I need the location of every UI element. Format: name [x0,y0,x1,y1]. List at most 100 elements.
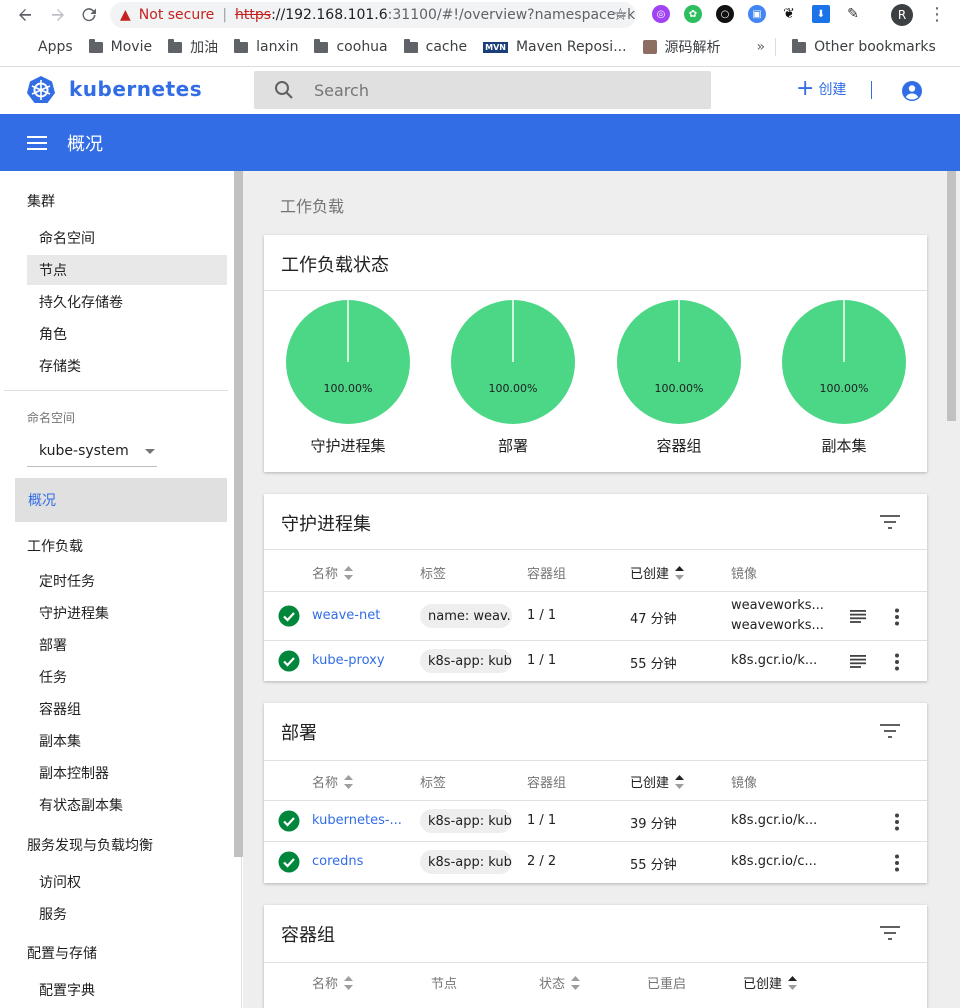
sidebar-item-configmaps[interactable]: 配置字典 [27,975,227,1005]
filter-icon[interactable] [880,926,900,940]
sidebar-item-deployments[interactable]: 部署 [27,630,227,660]
logs-icon[interactable] [850,610,866,623]
bookmark-folder[interactable]: 加油 [168,37,218,57]
column-header-created[interactable]: 已创建 [630,563,685,582]
pie-chart-replicasets [782,300,906,424]
search-input[interactable] [314,80,694,100]
column-header-pods: 容器组 [527,567,567,582]
kubernetes-logo-icon[interactable] [26,75,56,105]
column-header-created[interactable]: 已创建 [743,973,798,992]
deployments-card: 部署 名称 标签 容器组 已创建 镜像 kubernetes-... k8s-a… [264,703,927,883]
account-icon[interactable] [901,80,923,102]
column-header-name[interactable]: 名称 [312,772,354,791]
sort-icon [344,774,354,789]
bookmark-star-icon[interactable]: ☆ [613,5,628,25]
sidebar-item-roles[interactable]: 角色 [27,319,227,349]
column-header-created[interactable]: 已创建 [630,772,685,791]
sidebar-item-namespaces[interactable]: 命名空间 [27,223,227,253]
filter-icon[interactable] [880,515,900,529]
created-age: 47 分钟 [630,612,677,627]
other-bookmarks[interactable]: Other bookmarks [792,38,936,55]
sidebar-item-daemonsets[interactable]: 守护进程集 [27,598,227,628]
label-chip: k8s-app: kub... [420,850,512,874]
folder-icon [168,38,183,53]
deployment-name-link[interactable]: coredns [312,854,363,869]
extension-icon[interactable]: ▣ [748,5,766,23]
column-header-labels: 标签 [420,776,447,791]
forward-icon[interactable] [43,0,73,30]
profile-avatar[interactable]: R [891,4,913,26]
browser-menu-icon[interactable]: ⋮ [928,4,946,25]
pie-chart-daemonsets [286,300,410,424]
sidebar-item-nodes[interactable]: 节点 [27,255,227,285]
search-bar[interactable] [254,71,711,109]
brand-name[interactable]: kubernetes [69,77,202,101]
more-vert-icon[interactable] [894,854,900,872]
daemonset-name-link[interactable]: kube-proxy [312,653,385,668]
sidebar-section-workloads[interactable]: 工作负载 [27,536,83,556]
warning-icon: ▲ [120,7,131,23]
sidebar-item-jobs[interactable]: 任务 [27,662,227,692]
bookmark-folder[interactable]: cache [403,38,467,55]
pods-count: 1 / 1 [527,653,557,668]
sidebar-item-pods[interactable]: 容器组 [27,694,227,724]
reload-icon[interactable] [74,0,104,30]
more-vert-icon[interactable] [894,608,900,626]
sort-icon [344,975,354,990]
sidebar-item-storage-classes[interactable]: 存储类 [27,351,227,381]
sidebar-item-ingresses[interactable]: 访问权 [27,867,227,897]
created-age: 39 分钟 [630,817,677,832]
sidebar-item-replicasets[interactable]: 副本集 [27,726,227,756]
sidebar-item-statefulsets[interactable]: 有状态副本集 [27,790,227,820]
sidebar-section-config[interactable]: 配置与存储 [27,943,97,963]
column-header-images: 镜像 [731,567,758,582]
sidebar-item-overview[interactable]: 概况 [15,478,227,522]
create-button[interactable]: + 创建 [796,76,846,101]
folder-icon [403,38,418,53]
extension-icon[interactable]: ○ [716,5,734,23]
sidebar-item-persistent-volumes[interactable]: 持久化存储卷 [27,287,227,317]
bookmark-source[interactable]: 源码解析 [642,37,721,57]
logs-icon[interactable] [850,655,866,668]
daemonset-name-link[interactable]: weave-net [312,608,380,623]
bookmark-maven[interactable]: MVN Maven Reposi... [483,39,627,55]
more-vert-icon[interactable] [894,653,900,671]
evernote-icon[interactable]: ✿ [684,5,702,23]
column-header-name[interactable]: 名称 [312,973,354,992]
more-vert-icon[interactable] [894,813,900,831]
pods-count: 2 / 2 [527,854,557,869]
extension-icon[interactable]: ◎ [652,5,670,23]
browser-toolbar: ▲ Not secure | https ://192.168.101.6 :3… [0,0,960,30]
column-header-status[interactable]: 状态 [539,973,581,992]
bookmark-apps[interactable]: Apps [16,39,73,55]
pie-percent: 100.00% [323,382,373,395]
extension-icon[interactable]: ⬇ [812,5,830,23]
sidebar-section-cluster[interactable]: 集群 [27,191,55,211]
pie-label: 容器组 [656,437,702,455]
column-header-name[interactable]: 名称 [312,563,354,582]
extension-icon[interactable]: ✎ [844,5,862,23]
menu-icon[interactable] [27,135,47,150]
address-bar[interactable]: ▲ Not secure | https ://192.168.101.6 :3… [110,2,636,28]
deployment-name-link[interactable]: kubernetes-... [312,813,404,828]
url-scheme: https [235,7,272,23]
plus-icon: + [796,76,815,101]
sidebar-item-cronjobs[interactable]: 定时任务 [27,566,227,596]
extension-icon[interactable]: ❦ [780,5,798,23]
column-header-pods: 容器组 [527,776,567,791]
filter-icon[interactable] [880,724,900,738]
main-scrollbar[interactable] [947,171,956,421]
pie-label: 部署 [497,437,528,455]
sidebar-section-discovery[interactable]: 服务发现与负载均衡 [27,835,153,855]
namespace-label: 命名空间 [27,411,76,425]
sidebar-item-replication-controllers[interactable]: 副本控制器 [27,758,227,788]
bookmarks-overflow-button[interactable]: » [757,39,766,55]
bookmark-folder[interactable]: lanxin [234,38,298,55]
sidebar-scrollbar[interactable] [234,171,243,857]
back-icon[interactable] [10,0,40,30]
namespace-select[interactable]: kube-system [27,435,157,467]
sort-icon [788,975,798,990]
bookmark-folder[interactable]: coohua [314,38,388,55]
sidebar-item-services[interactable]: 服务 [27,899,227,929]
bookmark-folder[interactable]: Movie [88,38,152,55]
